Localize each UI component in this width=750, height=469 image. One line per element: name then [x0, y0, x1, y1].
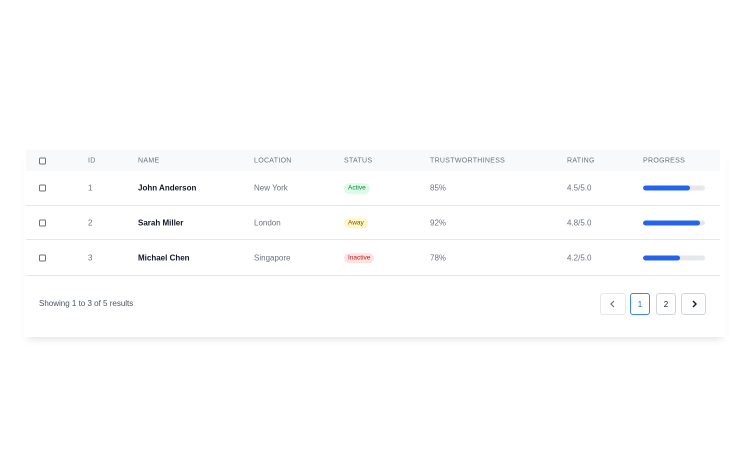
table-row[interactable]: 3 Michael Chen Singapore Inactive 78% 4.…: [26, 240, 720, 276]
progress-bar: [643, 185, 705, 191]
status-badge: Away: [344, 217, 368, 229]
next-page-button[interactable]: [681, 293, 706, 315]
table-header: ID NAME LOCATION STATUS TRUSTWORTHINESS …: [26, 150, 720, 171]
row-checkbox[interactable]: [39, 184, 46, 192]
row-trustworthiness: 92%: [430, 218, 447, 227]
row-trustworthiness: 78%: [430, 253, 447, 262]
header-rating[interactable]: RATING: [567, 157, 595, 164]
progress-fill: [643, 185, 691, 191]
row-checkbox[interactable]: [39, 254, 46, 261]
page-button-1[interactable]: 1: [630, 293, 650, 315]
header-id[interactable]: ID: [88, 157, 96, 164]
row-id: 1: [88, 183, 93, 193]
row-id: 2: [88, 218, 93, 227]
progress-bar: [643, 220, 705, 225]
header-trustworthiness[interactable]: TRUSTWORTHINESS: [430, 157, 505, 164]
progress-bar: [643, 255, 705, 260]
row-name: Michael Chen: [138, 253, 190, 262]
row-location: Singapore: [254, 253, 291, 262]
row-name: Sarah Miller: [138, 218, 184, 227]
header-progress[interactable]: PROGRESS: [643, 157, 685, 164]
table-row[interactable]: 2 Sarah Miller London Away 92% 4.8/5.0: [26, 206, 720, 240]
status-badge: Active: [344, 183, 370, 194]
status-badge: Inactive: [344, 252, 375, 264]
status-cell: Away: [344, 217, 368, 229]
progress-fill: [643, 220, 701, 225]
row-location: New York: [254, 183, 288, 193]
row-id: 3: [88, 253, 93, 262]
data-table-card: ID NAME LOCATION STATUS TRUSTWORTHINESS …: [24, 150, 726, 337]
prev-page-button[interactable]: [600, 293, 626, 315]
row-trustworthiness: 85%: [430, 183, 447, 193]
row-rating: 4.2/5.0: [567, 253, 592, 262]
progress-fill: [643, 255, 681, 260]
status-cell: Active: [344, 182, 370, 194]
chevron-right-icon: [692, 300, 697, 308]
header-location[interactable]: LOCATION: [254, 157, 292, 164]
header-name[interactable]: NAME: [138, 157, 159, 164]
page-button-2[interactable]: 2: [656, 293, 676, 315]
chevron-left-icon: [610, 300, 615, 308]
row-rating: 4.8/5.0: [567, 218, 592, 227]
table-row[interactable]: 1 John Anderson New York Active 85% 4.5/…: [26, 171, 720, 206]
row-location: London: [254, 218, 281, 227]
results-summary: Showing 1 to 3 of 5 results: [39, 299, 134, 308]
select-all-checkbox[interactable]: [39, 157, 46, 164]
row-rating: 4.5/5.0: [567, 183, 592, 193]
header-status[interactable]: STATUS: [344, 157, 372, 164]
status-cell: Inactive: [344, 252, 375, 264]
row-checkbox[interactable]: [39, 219, 46, 226]
row-name: John Anderson: [138, 183, 197, 193]
